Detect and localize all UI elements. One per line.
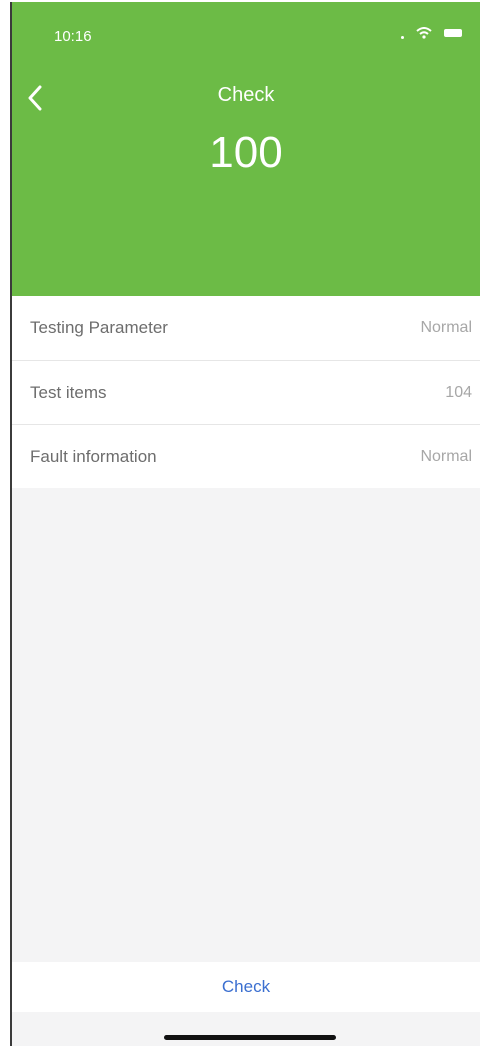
bottom-bar: Check [12, 962, 480, 1012]
list-item-label: Test items [30, 382, 107, 402]
list-item-fault-information[interactable]: Fault information Normal [12, 424, 480, 488]
list-item-label: Fault information [30, 446, 157, 466]
list-item-value: 104 [445, 383, 472, 401]
check-score: 100 [209, 128, 283, 177]
battery-icon [444, 28, 462, 37]
status-time: 10:16 [54, 28, 92, 45]
results-list: Testing Parameter Normal Test items 104 … [12, 296, 480, 488]
status-bar: 10:16 [12, 2, 480, 62]
app-screen: 10:16 Check 100 Testing Parameter Normal… [10, 2, 480, 1046]
header: 10:16 Check 100 [12, 2, 480, 296]
list-item-value: Normal [420, 319, 472, 336]
home-indicator [164, 1035, 336, 1040]
list-item-test-items[interactable]: Test items 104 [12, 360, 480, 424]
list-item-label: Testing Parameter [30, 318, 168, 337]
check-button[interactable]: Check [202, 969, 290, 1005]
list-item-value: Normal [420, 447, 472, 465]
list-item-testing-parameter[interactable]: Testing Parameter Normal [12, 296, 480, 360]
wifi-icon [416, 26, 432, 39]
signal-dot-icon [401, 36, 404, 39]
status-icons [401, 26, 462, 39]
page-title: Check [217, 84, 275, 106]
